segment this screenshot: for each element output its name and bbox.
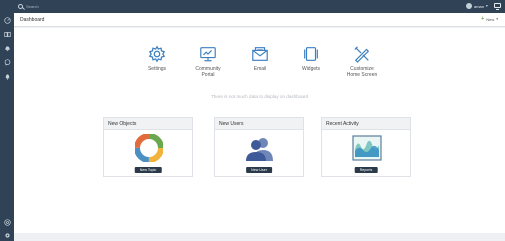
- users-icon: [246, 138, 273, 161]
- settings-icon[interactable]: [3, 231, 11, 239]
- user-menu[interactable]: aman ▾: [466, 3, 488, 9]
- empty-state-message: There is not much data to display on das…: [210, 94, 309, 99]
- top-bar: aman ▾: [0, 0, 505, 13]
- chevron-down-icon: ▾: [496, 17, 498, 21]
- help-icon[interactable]: [3, 218, 11, 226]
- card-title: Recent Activity: [322, 118, 410, 130]
- card-title: New Objects: [104, 118, 192, 130]
- customize-icon: [354, 46, 370, 63]
- quick-action-label: Customize Home Screen: [346, 66, 378, 78]
- new-topic-button[interactable]: New Topic: [134, 167, 162, 173]
- search-input[interactable]: [26, 4, 126, 9]
- activity-chart-icon: [352, 135, 382, 161]
- search-box[interactable]: [18, 2, 138, 11]
- widgets-icon: [304, 47, 318, 61]
- bell-icon[interactable]: [3, 44, 11, 52]
- footer: [14, 233, 505, 241]
- avatar: [466, 3, 472, 9]
- page-header: Dashboard + New ▾: [14, 13, 505, 27]
- quick-action-widgets[interactable]: Widgets: [286, 45, 336, 72]
- new-button-label: New: [486, 16, 495, 22]
- monitor-icon[interactable]: [494, 3, 501, 10]
- plus-icon: +: [481, 16, 485, 22]
- card-recent-activity: Recent Activity Reports: [321, 117, 411, 177]
- quick-action-community-portal[interactable]: Community Portal: [183, 45, 233, 78]
- gear-icon: [148, 45, 166, 63]
- new-button[interactable]: + New ▾: [481, 16, 498, 22]
- quick-action-customize-home-screen[interactable]: Customize Home Screen: [337, 45, 387, 78]
- dashboard-icon[interactable]: [3, 16, 11, 24]
- chevron-down-icon: ▾: [486, 4, 488, 8]
- quick-action-label: Settings: [147, 66, 167, 72]
- sidebar: [0, 13, 14, 241]
- card-new-users: New Users New User: [214, 117, 304, 177]
- chat-icon[interactable]: [3, 58, 11, 66]
- quick-action-email[interactable]: Email: [235, 45, 285, 72]
- card-new-objects: New Objects New Topic: [103, 117, 193, 177]
- reports-button[interactable]: Reports: [354, 167, 378, 173]
- quick-action-label: Email: [253, 66, 267, 72]
- quick-action-label: Community Portal: [195, 66, 221, 78]
- quick-action-settings[interactable]: Settings: [132, 45, 182, 72]
- envelope-icon: [252, 47, 268, 61]
- page-title: Dashboard: [20, 17, 45, 23]
- quick-action-label: Widgets: [301, 66, 321, 72]
- search-icon: [18, 4, 23, 9]
- new-user-button[interactable]: New User: [246, 167, 272, 173]
- monitor-icon: [200, 47, 216, 62]
- pie-icon: [135, 134, 163, 162]
- dashboard-content: Settings Community Portal Email Widgets …: [14, 28, 505, 233]
- card-title: New Users: [215, 118, 303, 130]
- notification-icon[interactable]: [3, 72, 11, 80]
- cards-icon[interactable]: [3, 30, 11, 38]
- user-name: aman: [474, 3, 485, 9]
